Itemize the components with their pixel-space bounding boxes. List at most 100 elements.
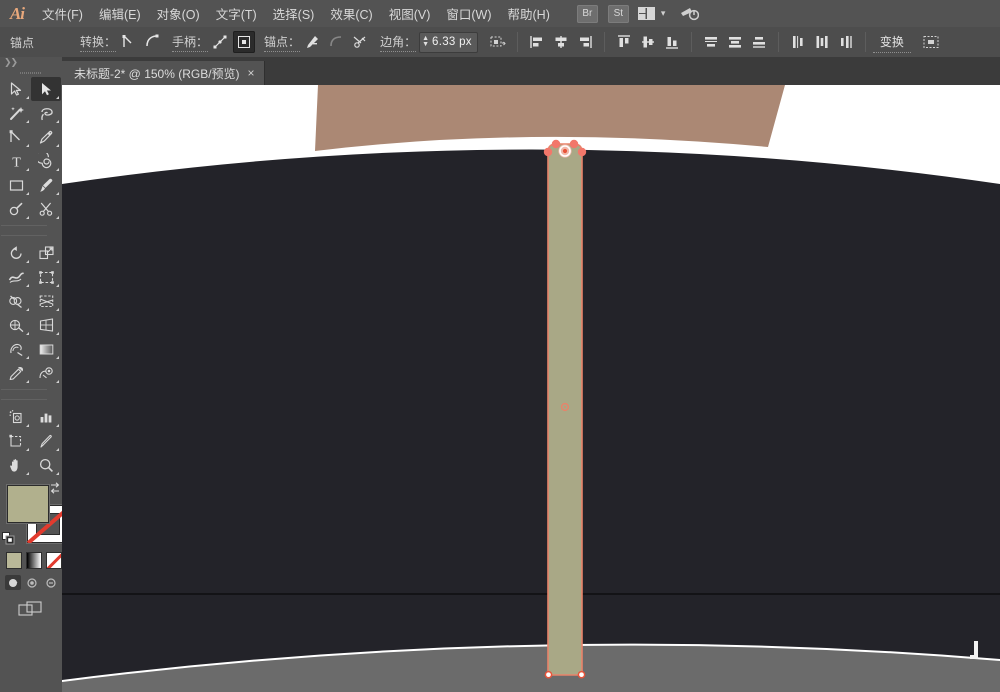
tool-scissors[interactable] (31, 197, 61, 221)
corner-radius-value: 6.33 px (432, 36, 472, 48)
tool-rotate[interactable] (1, 241, 31, 265)
tool-blend[interactable] (31, 361, 61, 385)
tool-eyedropper[interactable] (1, 361, 31, 385)
anchor-top-left (543, 147, 553, 157)
handle-label: 手柄： (172, 33, 209, 52)
anchor-top-left-inner (551, 139, 561, 149)
convert-to-smooth-icon[interactable] (141, 31, 163, 53)
bridge-button[interactable]: Br (576, 4, 598, 23)
menu-file[interactable]: 文件(F) (34, 0, 91, 27)
change-screen-mode-icon[interactable] (0, 600, 62, 618)
tool-gradient[interactable] (31, 337, 61, 361)
artwork (62, 85, 1000, 692)
tools-panel-grip[interactable]: ❯❯ (0, 57, 62, 68)
corner-radius-stepper[interactable]: ▲ ▼ (422, 35, 429, 48)
chevron-down-icon[interactable]: ▾ (661, 8, 666, 19)
tool-type[interactable]: T (1, 149, 31, 173)
anchor-label: 锚点： (264, 33, 301, 52)
draw-behind-icon[interactable] (24, 575, 40, 590)
fill-swatch[interactable] (7, 485, 49, 523)
tool-paintbrush[interactable] (31, 173, 61, 197)
isolate-selected-icon[interactable] (487, 31, 509, 53)
tool-lasso[interactable] (31, 101, 61, 125)
menu-window[interactable]: 窗口(W) (438, 0, 499, 27)
convert-to-corner-icon[interactable] (117, 31, 139, 53)
arrange-documents-icon[interactable] (637, 7, 655, 20)
tool-free-transform[interactable] (31, 265, 61, 289)
tools-divider (1, 385, 47, 395)
align-center-vertical-icon[interactable] (637, 31, 659, 53)
stock-button[interactable]: St (607, 4, 629, 23)
menu-view[interactable]: 视图(V) (381, 0, 439, 27)
tool-perspective-grid[interactable] (31, 289, 61, 313)
menu-edit[interactable]: 编辑(E) (91, 0, 149, 27)
align-bottom-icon[interactable] (661, 31, 683, 53)
tool-hand[interactable] (1, 453, 31, 477)
tool-symbol-sprayer[interactable] (1, 405, 31, 429)
convert-label: 转换： (80, 33, 117, 52)
workspace-switcher-icon[interactable] (679, 6, 700, 22)
mode-color[interactable] (6, 552, 22, 569)
corner-label: 边角： (380, 33, 417, 52)
tool-direct-selection[interactable] (31, 77, 61, 101)
tool-gradient-mesh[interactable] (1, 337, 31, 361)
show-handles-icon[interactable] (209, 31, 231, 53)
menu-bar: Ai 文件(F) 编辑(E) 对象(O) 文字(T) 选择(S) 效果(C) 视… (0, 0, 1000, 28)
distribute-left-icon[interactable] (787, 31, 809, 53)
default-fill-stroke-icon[interactable] (2, 532, 15, 545)
swap-fill-stroke-icon[interactable] (48, 481, 62, 495)
tool-pen-paint[interactable] (31, 125, 61, 149)
tool-perspective-selection[interactable] (31, 313, 61, 337)
tool-mesh[interactable] (1, 313, 31, 337)
tool-magic-wand[interactable] (1, 101, 31, 125)
menu-select[interactable]: 选择(S) (265, 0, 323, 27)
draw-normal-icon[interactable] (5, 575, 21, 590)
mode-none[interactable] (46, 552, 62, 569)
distribute-center-horizontal-icon[interactable] (811, 31, 833, 53)
tool-column-graph[interactable] (31, 405, 61, 429)
tool-slice[interactable] (31, 429, 61, 453)
tool-width[interactable] (1, 265, 31, 289)
mode-gradient[interactable] (26, 552, 42, 569)
tool-shaper[interactable] (1, 197, 31, 221)
anchor-bottom-right (577, 670, 586, 679)
menu-help[interactable]: 帮助(H) (500, 0, 558, 27)
align-left-icon[interactable] (526, 31, 548, 53)
corner-radius-field[interactable]: ▲ ▼ 6.33 px (419, 31, 478, 53)
distribute-center-vertical-icon[interactable] (724, 31, 746, 53)
align-right-icon[interactable] (574, 31, 596, 53)
tool-shape-builder[interactable] (1, 289, 31, 313)
tool-zoom[interactable] (31, 453, 61, 477)
hide-handles-icon[interactable] (233, 31, 256, 53)
distribute-right-icon[interactable] (835, 31, 857, 53)
draw-inside-icon[interactable] (43, 575, 59, 590)
connect-anchor-icon[interactable] (325, 31, 347, 53)
tools-panel-handle[interactable] (0, 68, 62, 77)
artboard-canvas[interactable] (62, 85, 1000, 692)
tool-pen[interactable] (1, 125, 31, 149)
draw-mode-buttons (5, 575, 62, 590)
close-icon[interactable]: × (248, 67, 255, 79)
transform-button[interactable]: 变换 (872, 32, 911, 53)
menu-effect[interactable]: 效果(C) (322, 0, 380, 27)
distribute-top-icon[interactable] (700, 31, 722, 53)
menu-type[interactable]: 文字(T) (208, 0, 265, 27)
tool-rectangle[interactable] (1, 173, 31, 197)
menu-object[interactable]: 对象(O) (149, 0, 208, 27)
document-tab[interactable]: 未标题-2* @ 150% (RGB/预览) × (62, 61, 265, 85)
align-options-icon[interactable] (920, 31, 942, 53)
tool-scale[interactable] (31, 241, 61, 265)
tool-artboard[interactable] (1, 429, 31, 453)
remove-anchor-icon[interactable] (301, 31, 323, 53)
tool-selection[interactable] (1, 77, 31, 101)
illustrator-window: Ai 文件(F) 编辑(E) 对象(O) 文字(T) 选择(S) 效果(C) 视… (0, 0, 1000, 692)
cut-path-icon[interactable] (349, 31, 371, 53)
tools-grid: T (1, 77, 61, 477)
selected-rectangle (547, 143, 583, 676)
fill-stroke-controls (2, 481, 69, 547)
tool-spiral[interactable] (31, 149, 61, 173)
align-top-icon[interactable] (613, 31, 635, 53)
dark-mass-shape (62, 149, 1000, 680)
align-center-horizontal-icon[interactable] (550, 31, 572, 53)
distribute-bottom-icon[interactable] (748, 31, 770, 53)
